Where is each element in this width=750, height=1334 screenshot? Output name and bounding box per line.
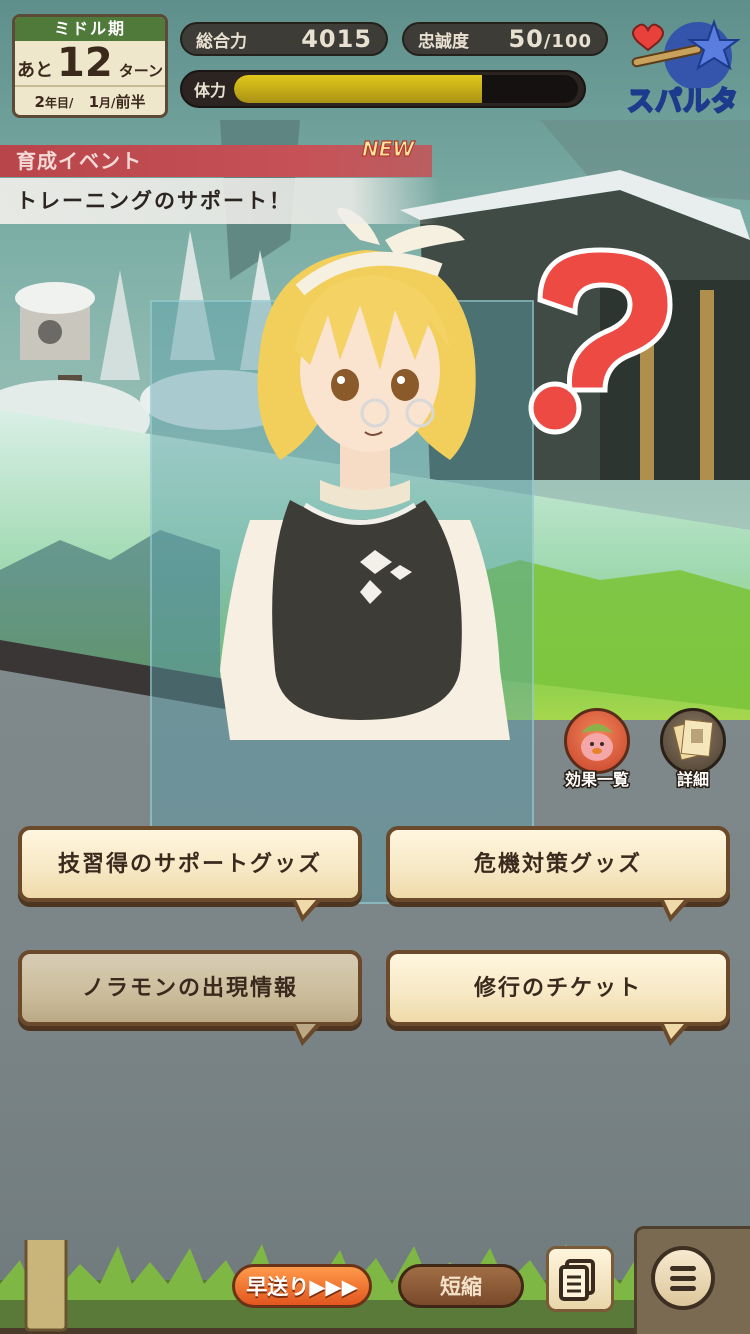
choice-training-ticket[interactable]: 修行のチケット bbox=[386, 950, 730, 1046]
event-category-banner: 育成イベント NEW bbox=[0, 136, 432, 177]
stamina-bar: 体力 bbox=[180, 70, 586, 108]
choice-noramon-info[interactable]: ノラモンの出現情報 bbox=[18, 950, 362, 1046]
event-title-banner: トレーニングのサポート！ bbox=[0, 178, 440, 224]
menu-icon bbox=[670, 1266, 696, 1271]
document-icon bbox=[660, 708, 726, 774]
training-mode-badge[interactable]: スパルタ bbox=[626, 18, 742, 122]
stamina-fill bbox=[234, 75, 482, 103]
question-mark-icon bbox=[528, 247, 673, 435]
shorten-button[interactable]: 短縮 bbox=[398, 1264, 524, 1308]
mode-label: スパルタ bbox=[626, 85, 739, 118]
event-title: トレーニングのサポート！ bbox=[16, 189, 292, 213]
turns-remaining-number: 12 bbox=[57, 40, 113, 86]
loyalty-stat: 忠誠度 50/100 bbox=[402, 22, 608, 56]
effects-list-button[interactable]: 効果一覧 bbox=[562, 708, 632, 794]
turn-counter-panel: ミドル期 あと 12 ターン 2年目/ 1月/前半 bbox=[12, 14, 168, 118]
log-button[interactable] bbox=[546, 1246, 614, 1312]
log-icon bbox=[559, 1259, 595, 1301]
total-power-stat: 総合力 4015 bbox=[180, 22, 388, 56]
scale-icon bbox=[631, 18, 742, 90]
loyalty-value: 50/100 bbox=[508, 25, 592, 53]
choice-skill-support-goods[interactable]: 技習得のサポートグッズ bbox=[18, 826, 362, 922]
period-label: ミドル期 bbox=[15, 17, 165, 41]
new-badge: NEW bbox=[361, 136, 415, 161]
turns-remaining: あと 12 ターン bbox=[17, 40, 163, 86]
effects-icon bbox=[564, 708, 630, 774]
fast-forward-button[interactable]: 早送り▶▶▶ bbox=[232, 1264, 372, 1308]
character-illustration bbox=[220, 208, 510, 740]
stamina-track bbox=[234, 75, 578, 103]
total-power-value: 4015 bbox=[301, 25, 372, 53]
date-label: 2年目/ 1月/前半 bbox=[15, 85, 165, 112]
details-button[interactable]: 詳細 bbox=[658, 708, 728, 794]
menu-button[interactable] bbox=[651, 1246, 715, 1310]
choice-crisis-goods[interactable]: 危機対策グッズ bbox=[386, 826, 730, 922]
